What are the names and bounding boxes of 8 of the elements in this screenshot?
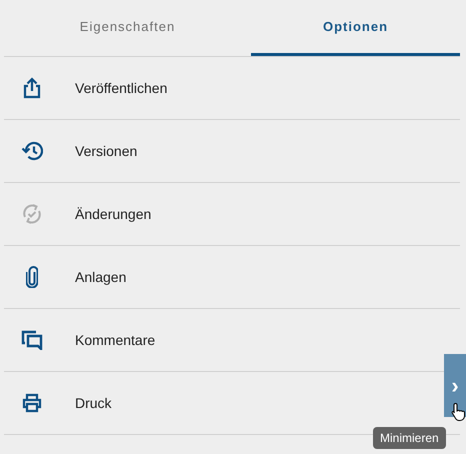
menu-item[interactable]: Veröffentlichen (4, 57, 460, 120)
menu-item[interactable]: Versionen (4, 120, 460, 183)
tab[interactable]: Optionen (251, 0, 460, 56)
minimize-handle[interactable]: › (444, 354, 466, 417)
hand-cursor-icon (451, 402, 466, 422)
menu-item[interactable]: Anlagen (4, 246, 460, 309)
tab[interactable]: Eigenschaften (4, 0, 251, 56)
tooltip: Minimieren (373, 427, 446, 449)
